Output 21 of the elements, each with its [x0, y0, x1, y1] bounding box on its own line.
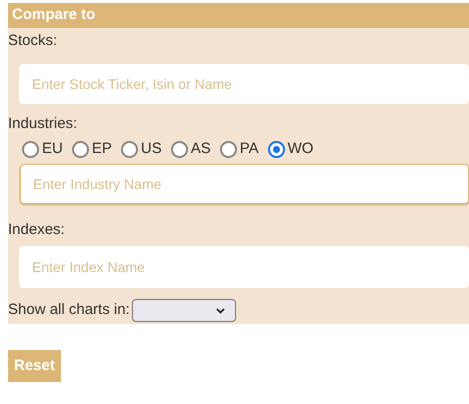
- radio-label: EP: [92, 138, 112, 159]
- radio-button[interactable]: [72, 140, 89, 158]
- field-label: Show all charts in:: [8, 300, 130, 320]
- radio-label: AS: [190, 138, 211, 159]
- radio-label: PA: [240, 138, 259, 159]
- reset-button[interactable]: Reset: [8, 350, 61, 382]
- radio-label: WO: [288, 138, 314, 159]
- radio-label: EU: [42, 138, 63, 159]
- field-label: Stocks:: [8, 31, 58, 51]
- radio-button[interactable]: [170, 140, 188, 158]
- radio-button[interactable]: [22, 140, 39, 158]
- radio-button[interactable]: [120, 140, 138, 158]
- field-label: Indexes:: [8, 220, 66, 240]
- radio-label: US: [140, 138, 162, 159]
- chart-currency-dropdown[interactable]: [132, 299, 236, 322]
- radio-button[interactable]: [220, 140, 237, 158]
- chevron-down-icon: [216, 308, 225, 314]
- input-field[interactable]: Enter Industry Name: [20, 164, 469, 204]
- radio-button[interactable]: [268, 140, 285, 158]
- field-label: Industries:: [8, 114, 78, 134]
- panel-title: Compare to: [12, 5, 96, 26]
